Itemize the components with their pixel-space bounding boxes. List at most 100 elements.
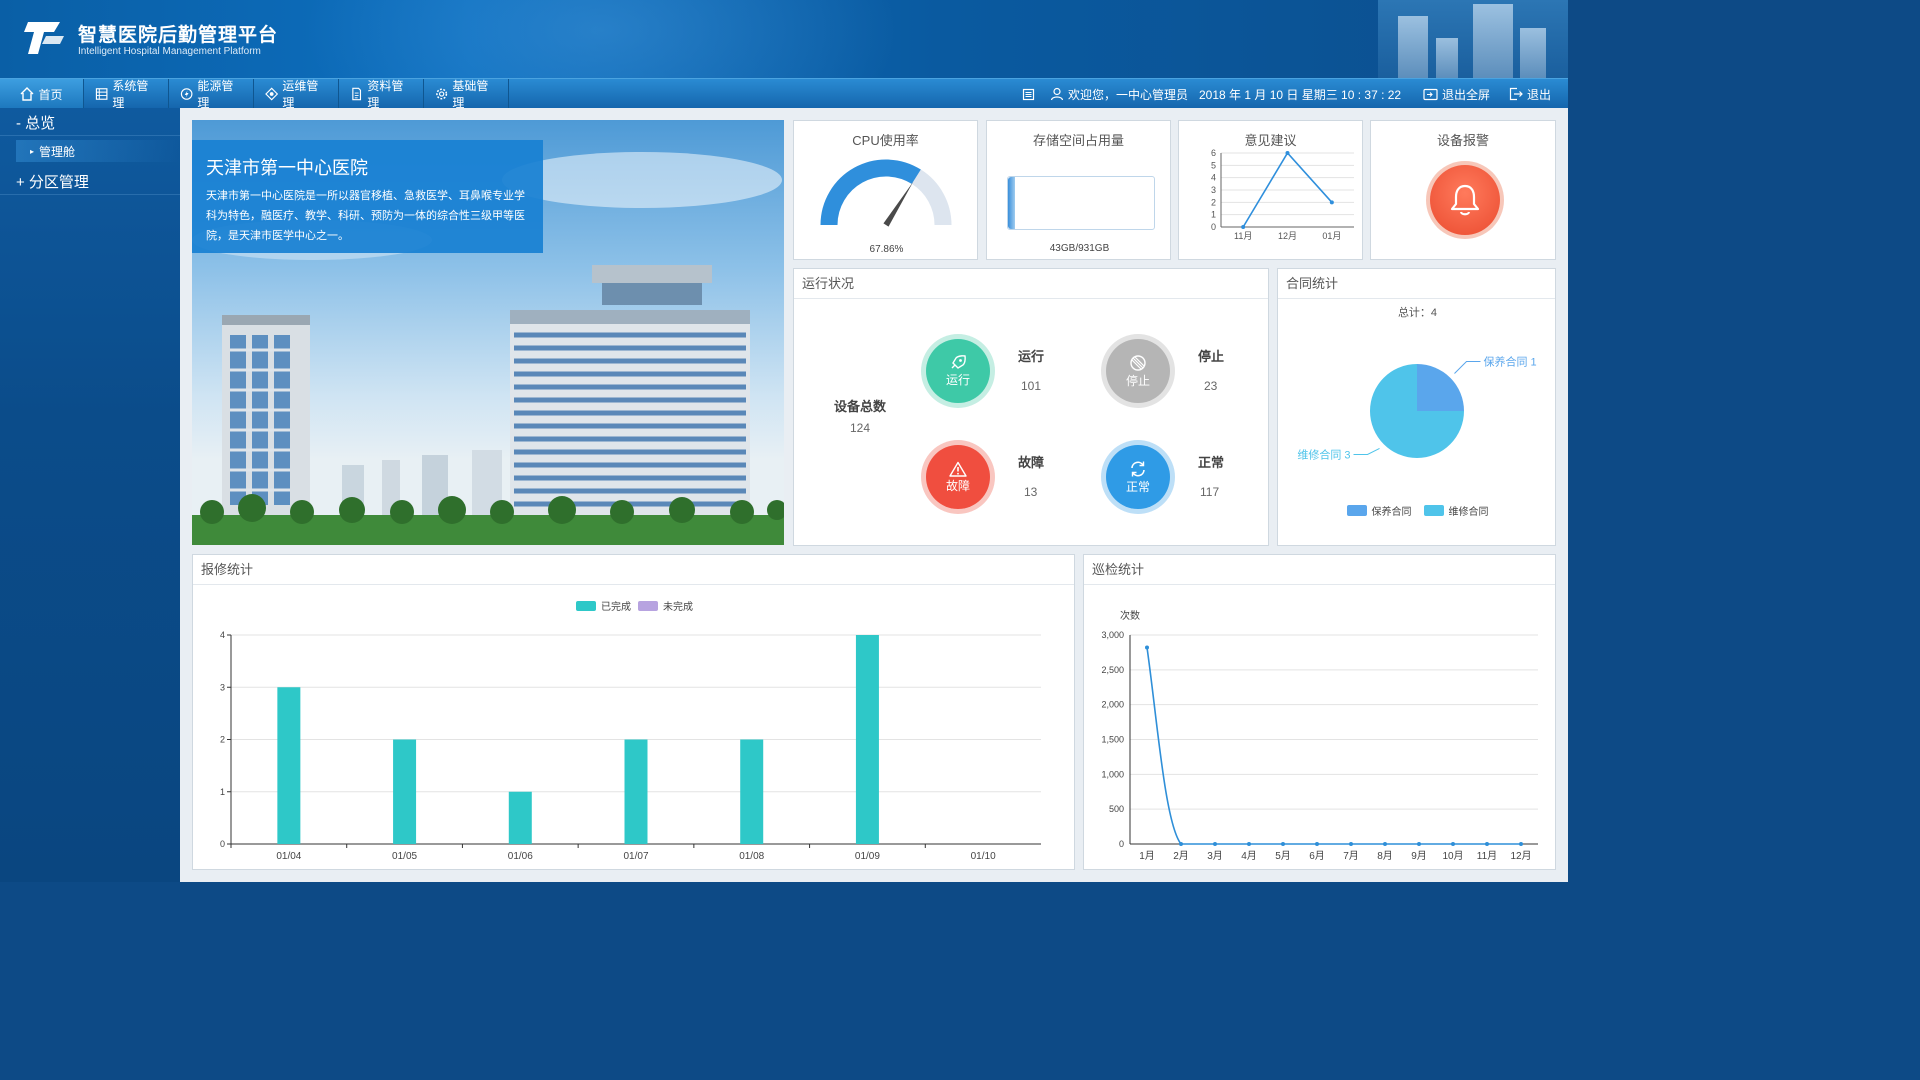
status-fault-circle[interactable]: 故障 bbox=[926, 445, 990, 509]
status-fault-value: 13 bbox=[1024, 485, 1038, 499]
pie-label-line bbox=[1353, 448, 1380, 455]
data-point bbox=[1485, 842, 1489, 846]
home-icon bbox=[20, 87, 34, 101]
storage-bar bbox=[1007, 176, 1155, 230]
alarm-button[interactable] bbox=[1426, 161, 1504, 239]
nav-maintenance[interactable]: 运维管理 bbox=[255, 79, 339, 110]
y-tick-label: 3,000 bbox=[1101, 630, 1124, 640]
y-tick-label: 2 bbox=[220, 735, 225, 745]
status-normal-circle[interactable]: 正常 bbox=[1106, 445, 1170, 509]
contracts-legend: 保养合同 维修合同 bbox=[1278, 503, 1557, 518]
x-tick-label: 01/05 bbox=[392, 851, 417, 862]
data-point bbox=[1281, 842, 1285, 846]
sidebar-item-overview[interactable]: - 总览 bbox=[0, 110, 180, 136]
sidebar-item-zones-label: + 分区管理 bbox=[16, 174, 89, 191]
status-fault-label: 故障 bbox=[1018, 455, 1045, 470]
repairs-title: 报修统计 bbox=[193, 555, 1074, 585]
x-tick-label: 11月 bbox=[1234, 231, 1252, 241]
nav-home[interactable]: 首页 bbox=[0, 79, 84, 109]
rocket-icon bbox=[951, 354, 966, 369]
welcome-text: 欢迎您，一中心管理员 bbox=[1068, 87, 1189, 102]
logout-button[interactable]: 退出 bbox=[1509, 79, 1551, 109]
x-tick-label: 2月 bbox=[1173, 850, 1189, 862]
pie-label: 保养合同 1 bbox=[1483, 355, 1536, 369]
legend-item-maintenance[interactable]: 保养合同 bbox=[1346, 503, 1412, 518]
maintenance-icon bbox=[265, 87, 279, 101]
y-tick-label: 1,000 bbox=[1101, 769, 1124, 779]
feedback-card: 意见建议 0 1 2 3 4 5 6 11月 12月 01月 bbox=[1178, 120, 1363, 260]
logo-icon bbox=[24, 22, 64, 54]
alarm-card: 设备报警 bbox=[1370, 120, 1556, 260]
cpu-gauge bbox=[820, 159, 952, 227]
x-tick-label: 01/04 bbox=[276, 851, 301, 862]
data-point bbox=[1329, 200, 1334, 205]
logout-label: 退出 bbox=[1527, 87, 1552, 102]
x-tick-label: 7月 bbox=[1343, 850, 1359, 862]
datetime: 2018 年 1 月 10 日 星期三 10 : 37 : 22 bbox=[1199, 79, 1401, 109]
data-point bbox=[1451, 842, 1455, 846]
x-tick-label: 9月 bbox=[1411, 850, 1427, 862]
nav-basic-label: 基础管理 bbox=[452, 79, 489, 110]
x-tick-label: 12月 bbox=[1510, 850, 1531, 862]
data-point bbox=[1145, 645, 1149, 650]
bar bbox=[624, 739, 648, 844]
data-point bbox=[1349, 842, 1353, 846]
x-tick-label: 01/06 bbox=[508, 851, 533, 862]
x-tick-label: 3月 bbox=[1207, 850, 1223, 862]
refresh-icon bbox=[1131, 461, 1145, 476]
status-stop-circle[interactable]: 停止 bbox=[1106, 339, 1170, 403]
y-tick-label: 500 bbox=[1109, 804, 1124, 814]
data-point bbox=[1519, 842, 1523, 846]
bar bbox=[508, 791, 532, 844]
status-run-circle[interactable]: 运行 bbox=[926, 339, 990, 403]
main-content: 天津市第一中心医院 天津市第一中心医院是一所以器官移植、急救医学、耳鼻喉专业学科… bbox=[180, 108, 1568, 882]
device-total-label: 设备总数 bbox=[834, 399, 887, 414]
y-tick-label: 2 bbox=[1211, 197, 1216, 207]
sidebar: - 总览 ▸ 管理舱 + 分区管理 bbox=[0, 108, 180, 882]
nav-system[interactable]: 系统管理 bbox=[85, 79, 169, 110]
exit-fullscreen-button[interactable]: 退出全屏 bbox=[1423, 79, 1490, 109]
contracts-panel: 合同统计 总计：4 保养合同 1 维修合同 3 保养合同 维修合同 bbox=[1277, 268, 1556, 546]
nav-documents-label: 资料管理 bbox=[367, 79, 404, 110]
y-tick-label: 1 bbox=[220, 787, 225, 797]
y-tick-label: 1,500 bbox=[1101, 735, 1124, 745]
nav-maintenance-label: 运维管理 bbox=[282, 79, 319, 110]
cpu-value: 67.86% bbox=[869, 244, 904, 255]
storage-title: 存储空间占用量 bbox=[1032, 133, 1124, 148]
legend-swatch bbox=[576, 601, 596, 611]
y-tick-label: 0 bbox=[1119, 839, 1124, 849]
gauge-track bbox=[911, 169, 952, 226]
legend-swatch bbox=[1423, 505, 1444, 516]
y-tick-label: 3 bbox=[1211, 185, 1216, 195]
inspections-title: 巡检统计 bbox=[1084, 555, 1555, 585]
y-tick-label: 0 bbox=[1211, 222, 1216, 232]
gear-icon bbox=[436, 88, 448, 100]
data-point bbox=[1383, 842, 1387, 846]
datetime-text: 2018 年 1 月 10 日 星期三 10 : 37 : 22 bbox=[1199, 87, 1402, 102]
nav-menu-button[interactable] bbox=[1022, 79, 1039, 109]
x-tick-label: 6月 bbox=[1309, 850, 1325, 862]
document-icon bbox=[352, 87, 362, 101]
y-tick-label: 5 bbox=[1211, 160, 1216, 170]
repairs-bar-chart: 已完成 未完成 0 1 2 3 4 01/04 01/05 01/06 01/07 01/08 01/0… bbox=[220, 600, 1041, 862]
bar bbox=[393, 739, 417, 844]
sidebar-item-cabin[interactable]: ▸ 管理舱 bbox=[16, 140, 180, 162]
status-panel: 运行状况 设备总数 124 运行 运行 101 停止 停止 23 故障 故障 1… bbox=[793, 268, 1269, 546]
contracts-pie-chart: 保养合同 1 维修合同 3 bbox=[1297, 355, 1536, 462]
platform-title: 智慧医院后勤管理平台 bbox=[78, 25, 279, 46]
hospital-info-box: 天津市第一中心医院 天津市第一中心医院是一所以器官移植、急救医学、耳鼻喉专业学科… bbox=[192, 140, 543, 253]
legend-item-repair[interactable]: 维修合同 bbox=[1423, 503, 1489, 518]
data-point bbox=[1179, 842, 1183, 846]
legend-label: 保养合同 bbox=[1371, 507, 1412, 518]
status-run-circle-label: 运行 bbox=[945, 372, 970, 387]
nav-documents[interactable]: 资料管理 bbox=[340, 79, 424, 110]
nav-home-label: 首页 bbox=[38, 87, 63, 102]
status-normal-label: 正常 bbox=[1198, 455, 1225, 470]
nav-energy[interactable]: 能源管理 bbox=[170, 79, 254, 110]
sidebar-item-zones[interactable]: + 分区管理 bbox=[0, 169, 180, 195]
contracts-title: 合同统计 bbox=[1278, 269, 1555, 299]
nav-basic[interactable]: 基础管理 bbox=[425, 79, 509, 110]
data-point bbox=[1247, 842, 1251, 846]
top-nav: 首页 系统管理 能源管理 运维管理 资料管理 基础管理 欢迎您，一中心管理员 2… bbox=[0, 78, 1568, 110]
device-total-value: 124 bbox=[850, 421, 871, 435]
